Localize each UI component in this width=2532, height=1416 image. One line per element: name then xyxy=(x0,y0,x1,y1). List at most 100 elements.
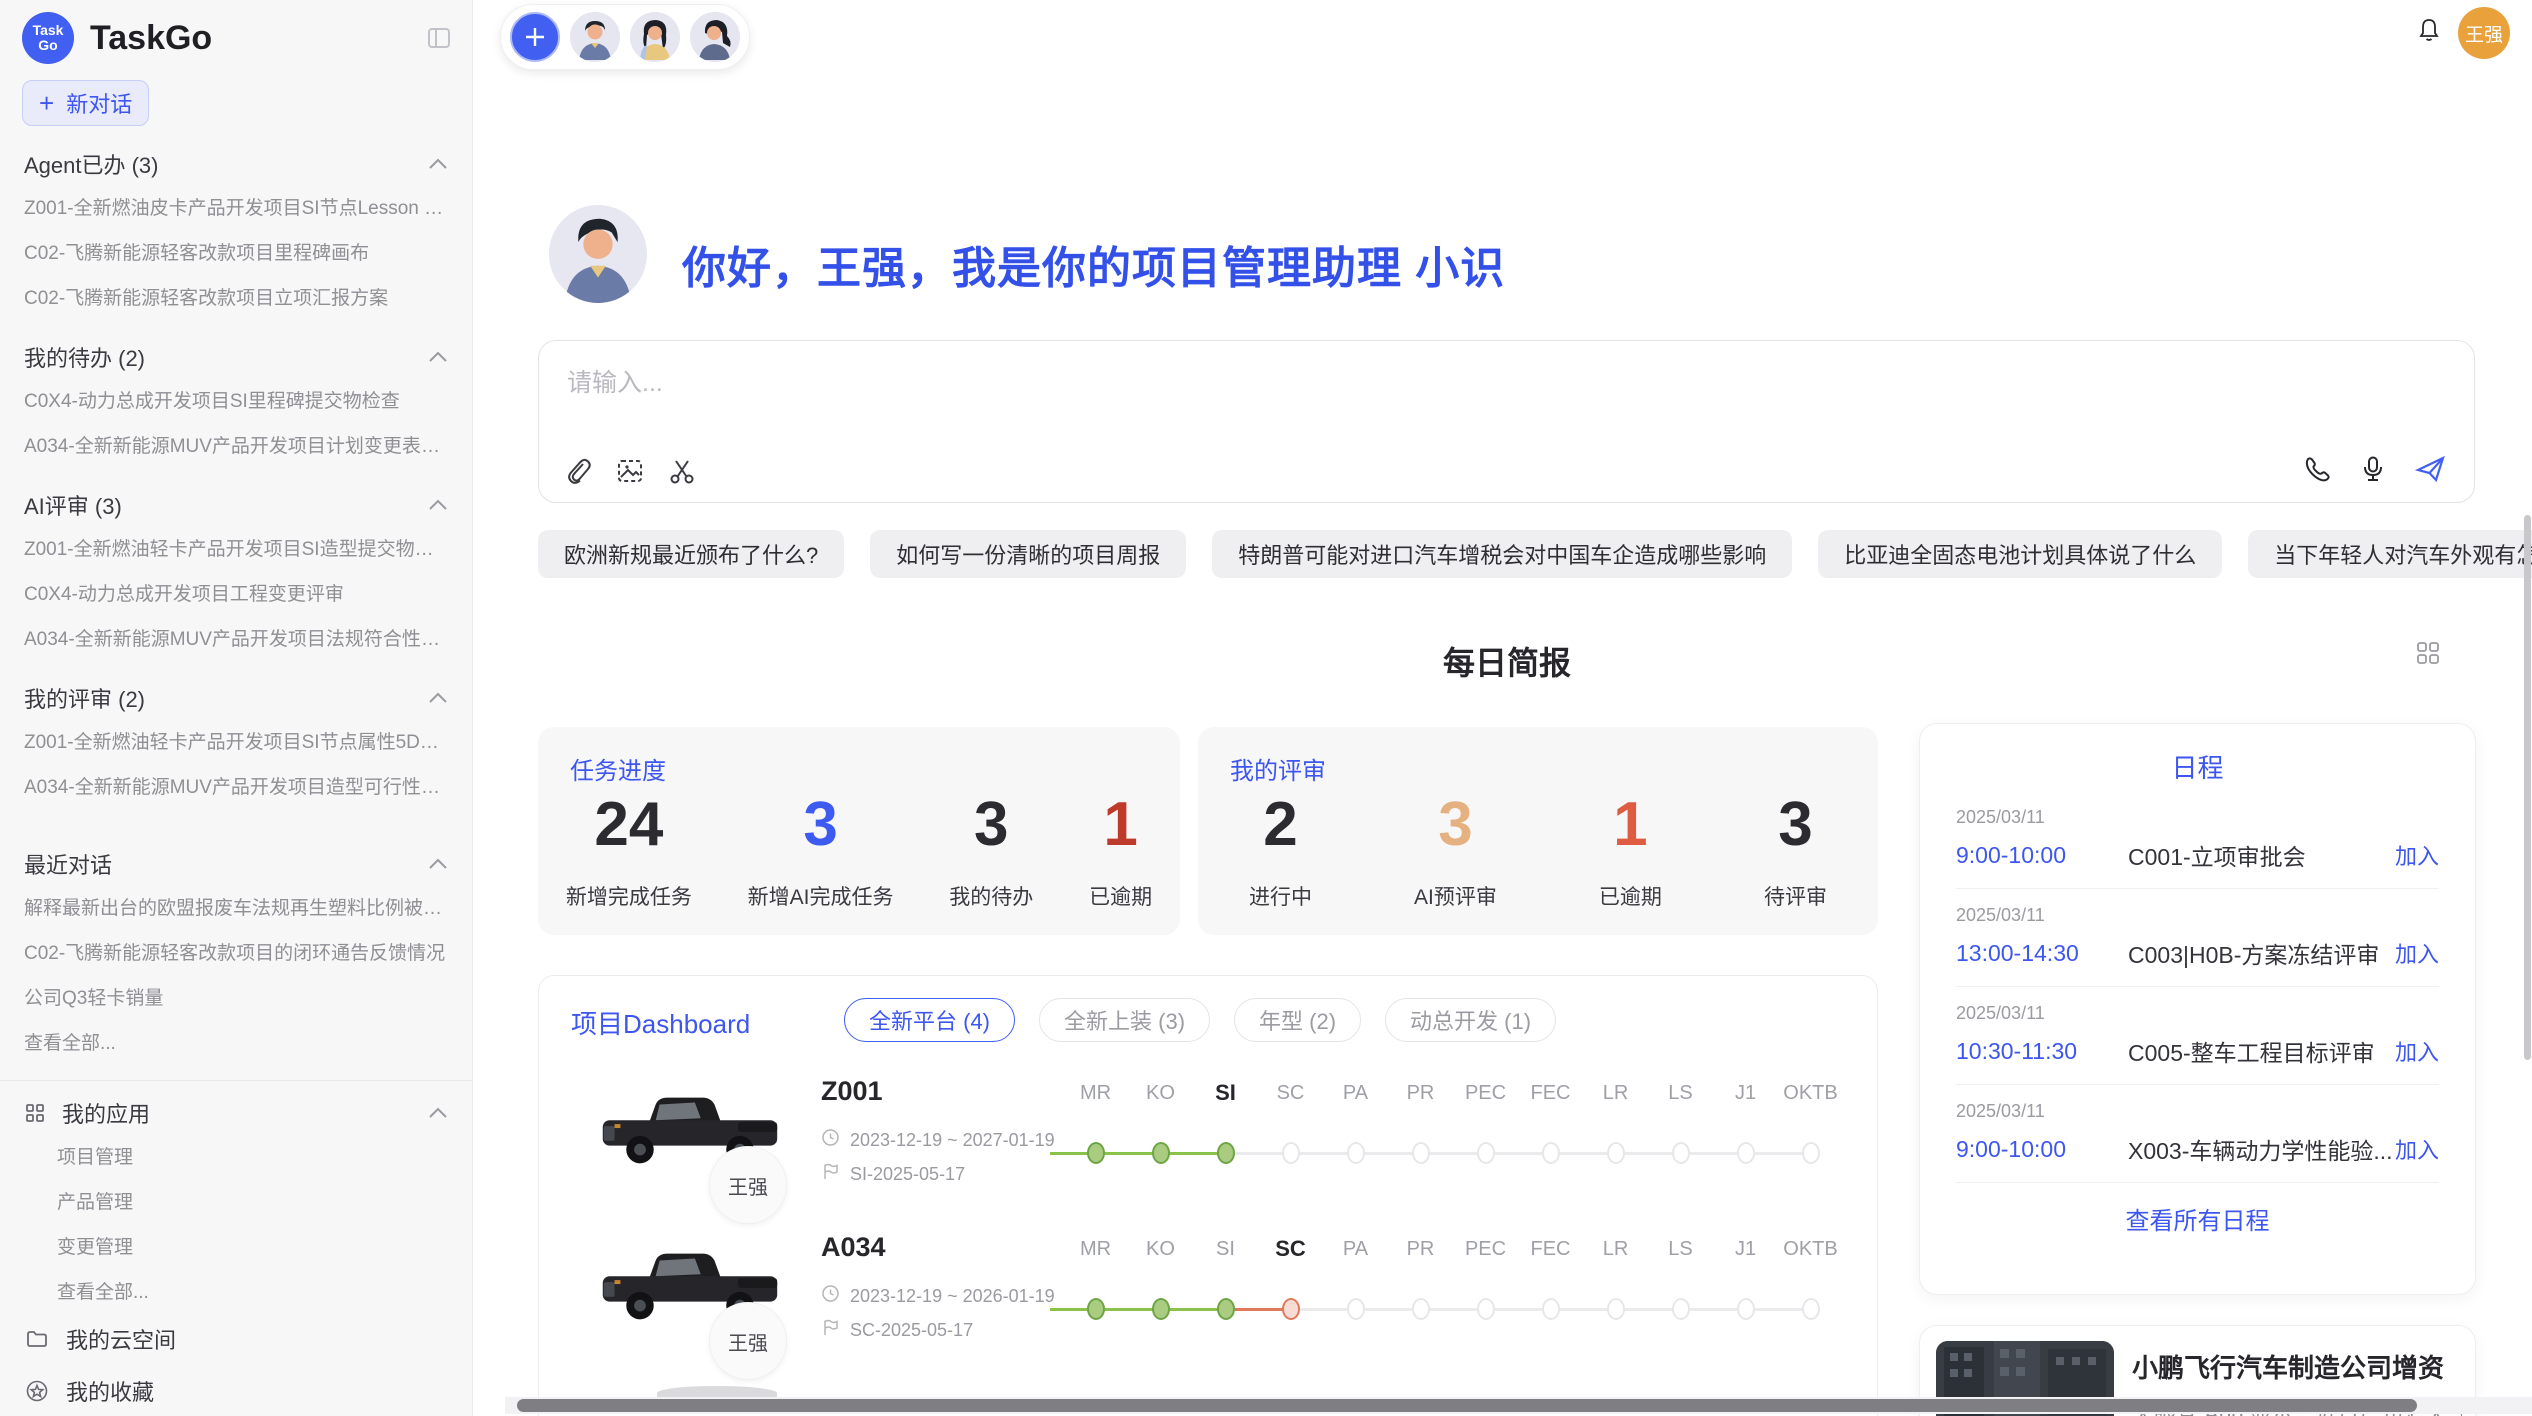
suggestion-chip[interactable]: 欧洲新规最近颁布了什么? xyxy=(538,530,844,578)
chat-input[interactable] xyxy=(567,363,2167,423)
sidebar-section-2-item[interactable]: C0X4-动力总成开发项目工程变更评审 xyxy=(0,570,472,615)
session-avatar-3[interactable] xyxy=(690,12,740,62)
milestone-label: PEC xyxy=(1453,1232,1518,1266)
project-row-A034[interactable]: 王强A0342023-12-19 ~ 2026-01-19SC-2025-05-… xyxy=(539,1228,1878,1380)
dashboard-tab[interactable]: 年型 (2) xyxy=(1234,998,1361,1042)
join-link[interactable]: 加入 xyxy=(2395,1133,2439,1165)
add-session-button[interactable] xyxy=(510,12,560,62)
layout-grid-icon[interactable] xyxy=(2415,640,2441,666)
stat-label: 进行中 xyxy=(1249,881,1312,911)
suggestion-chip[interactable]: 如何写一份清晰的项目周报 xyxy=(870,530,1186,578)
notification-bell-icon[interactable] xyxy=(2415,16,2443,44)
sidebar-section-1-item[interactable]: C0X4-动力总成开发项目SI里程碑提交物检查 xyxy=(0,377,472,422)
sidebar-section-2-header[interactable]: AI评审 (3) xyxy=(24,489,448,521)
milestone-label: PR xyxy=(1388,1232,1453,1266)
schedule-entries: 2025/03/119:00-10:00C001-立项审批会加入2025/03/… xyxy=(1956,791,2439,1183)
attachment-icon[interactable] xyxy=(563,456,593,486)
sidebar-recent-item[interactable]: 查看全部... xyxy=(0,1019,472,1064)
send-icon[interactable] xyxy=(2414,452,2448,486)
milestone-dot xyxy=(1282,1298,1300,1320)
sidebar-section-0-item[interactable]: C02-飞腾新能源轻客改款项目里程碑画布 xyxy=(0,229,472,274)
timeline-segment xyxy=(1551,1308,1616,1311)
timeline-segment xyxy=(1681,1152,1746,1155)
stat-value: 3 xyxy=(1764,789,1827,861)
sidebar-section-0-item[interactable]: C02-飞腾新能源轻客改款项目立项汇报方案 xyxy=(0,274,472,319)
schedule-event-title: C001-立项审批会 xyxy=(2128,838,2395,872)
sidebar-section-2-item[interactable]: A034-全新新能源MUV产品开发项目法规符合性评审 xyxy=(0,615,472,660)
phone-icon[interactable] xyxy=(2302,454,2332,484)
project-row-Z001[interactable]: 王强Z0012023-12-19 ~ 2027-01-19SI-2025-05-… xyxy=(539,1072,1878,1224)
apps-icon xyxy=(24,1102,46,1124)
sidebar-section-1-item[interactable]: A034-全新新能源MUV产品开发项目计划变更表编写 xyxy=(0,422,472,467)
suggestion-chip[interactable]: 比亚迪全固态电池计划具体说了什么 xyxy=(1818,530,2222,578)
sidebar-recent-item[interactable]: 公司Q3轻卡销量 xyxy=(0,974,472,1019)
project-flag-text: SI-2025-05-17 xyxy=(850,1164,965,1185)
sidebar-app-item[interactable]: 变更管理 xyxy=(0,1223,472,1268)
stat-value: 3 xyxy=(748,789,894,861)
star-icon xyxy=(24,1379,50,1403)
join-link[interactable]: 加入 xyxy=(2395,937,2439,969)
sidebar-recent-item[interactable]: 解释最新出台的欧盟报废车法规再生塑料比例被调至15%... xyxy=(0,884,472,929)
sidebar-section-3-item[interactable]: Z001-全新燃油轻卡产品开发项目SI节点属性5D文件评审 xyxy=(0,718,472,763)
sidebar-section-0-item[interactable]: Z001-全新燃油皮卡产品开发项目SI节点Lesson Learn报告 xyxy=(0,184,472,229)
sidebar-section-2-item[interactable]: Z001-全新燃油轻卡产品开发项目SI造型提交物评审 xyxy=(0,525,472,570)
stat-label: 已逾期 xyxy=(1599,881,1662,911)
sidebar-app-item[interactable]: 产品管理 xyxy=(0,1178,472,1223)
suggestion-chip[interactable]: 特朗普可能对进口汽车增税会对中国车企造成哪些影响 xyxy=(1212,530,1792,578)
milestone-label: OKTB xyxy=(1778,1076,1843,1110)
vertical-scrollbar-thumb[interactable] xyxy=(2524,515,2531,1060)
join-link[interactable]: 加入 xyxy=(2395,1035,2439,1067)
milestone-FEC: FEC xyxy=(1518,1076,1583,1110)
sidebar-item-my-apps[interactable]: 我的应用 xyxy=(24,1097,448,1129)
sidebar-section-3-item[interactable]: A034-全新新能源MUV产品开发项目造型可行性评审 xyxy=(0,763,472,808)
project-dates-text: 2023-12-19 ~ 2026-01-19 xyxy=(850,1286,1055,1307)
sidebar-item-我的云空间[interactable]: 我的云空间 xyxy=(0,1313,472,1365)
milestone-KO: KO xyxy=(1128,1232,1193,1266)
sidebar-section-1-label: 我的待办 (2) xyxy=(24,341,145,373)
dashboard-tab[interactable]: 动总开发 (1) xyxy=(1385,998,1556,1042)
milestone-LR: LR xyxy=(1583,1232,1648,1266)
chat-input-box xyxy=(538,340,2475,503)
milestone-dot xyxy=(1152,1142,1170,1164)
suggestion-chip[interactable]: 当下年轻人对汽车外观有怎样的喜好趋势 xyxy=(2248,530,2532,578)
sidebar-section-0-header[interactable]: Agent已办 (3) xyxy=(24,148,448,180)
view-all-schedule-link[interactable]: 查看所有日程 xyxy=(1956,1201,2439,1236)
sidebar-section-1-header[interactable]: 我的待办 (2) xyxy=(24,341,448,373)
sidebar-section-3-header[interactable]: 我的评审 (2) xyxy=(24,682,448,714)
sidebar-item-我的收藏[interactable]: 我的收藏 xyxy=(0,1365,472,1416)
milestone-MR: MR xyxy=(1063,1232,1128,1266)
milestone-LR: LR xyxy=(1583,1076,1648,1110)
milestone-dot xyxy=(1347,1142,1365,1164)
sidebar-app-item[interactable]: 查看全部... xyxy=(0,1268,472,1313)
schedule-time: 10:30-11:30 xyxy=(1956,1038,2128,1065)
mic-icon[interactable] xyxy=(2358,454,2388,484)
milestone-PR: PR xyxy=(1388,1076,1453,1110)
dashboard-tab[interactable]: 全新平台 (4) xyxy=(844,998,1015,1042)
horizontal-scrollbar-thumb[interactable] xyxy=(517,1399,2417,1412)
sidebar-apps-items: 项目管理产品管理变更管理查看全部... xyxy=(0,1133,472,1313)
schedule-date: 2025/03/11 xyxy=(1956,1003,2439,1024)
schedule-date: 2025/03/11 xyxy=(1956,905,2439,926)
join-link[interactable]: 加入 xyxy=(2395,839,2439,871)
milestone-KO: KO xyxy=(1128,1076,1193,1110)
scissors-icon[interactable] xyxy=(667,456,697,486)
timeline-segment xyxy=(1616,1308,1681,1311)
sidebar-recent-item[interactable]: C02-飞腾新能源轻客改款项目的闭环通告反馈情况 xyxy=(0,929,472,974)
session-avatar-1[interactable] xyxy=(570,12,620,62)
user-avatar[interactable]: 王强 xyxy=(2458,7,2510,59)
new-chat-button[interactable]: + 新对话 xyxy=(22,80,149,126)
sidebar-collapse-icon[interactable] xyxy=(426,25,452,51)
stat-value: 1 xyxy=(1599,789,1662,861)
briefing-title: 每日简报 xyxy=(538,638,2476,684)
dashboard-tab[interactable]: 全新上装 (3) xyxy=(1039,998,1210,1042)
sidebar-recent-header[interactable]: 最近对话 xyxy=(24,848,448,880)
schedule-event-title: X003-车辆动力学性能验... xyxy=(2128,1132,2395,1166)
milestone-cells: MRKOSISCPAPRPECFECLRLSJ1OKTB xyxy=(1063,1232,1843,1266)
sidebar-app-item[interactable]: 项目管理 xyxy=(0,1133,472,1178)
stat-label: 待评审 xyxy=(1764,881,1827,911)
schedule-date: 2025/03/11 xyxy=(1956,807,2439,828)
milestone-PR: PR xyxy=(1388,1232,1453,1266)
milestone-label: PR xyxy=(1388,1076,1453,1110)
session-avatar-2[interactable] xyxy=(630,12,680,62)
image-icon[interactable] xyxy=(615,456,645,486)
